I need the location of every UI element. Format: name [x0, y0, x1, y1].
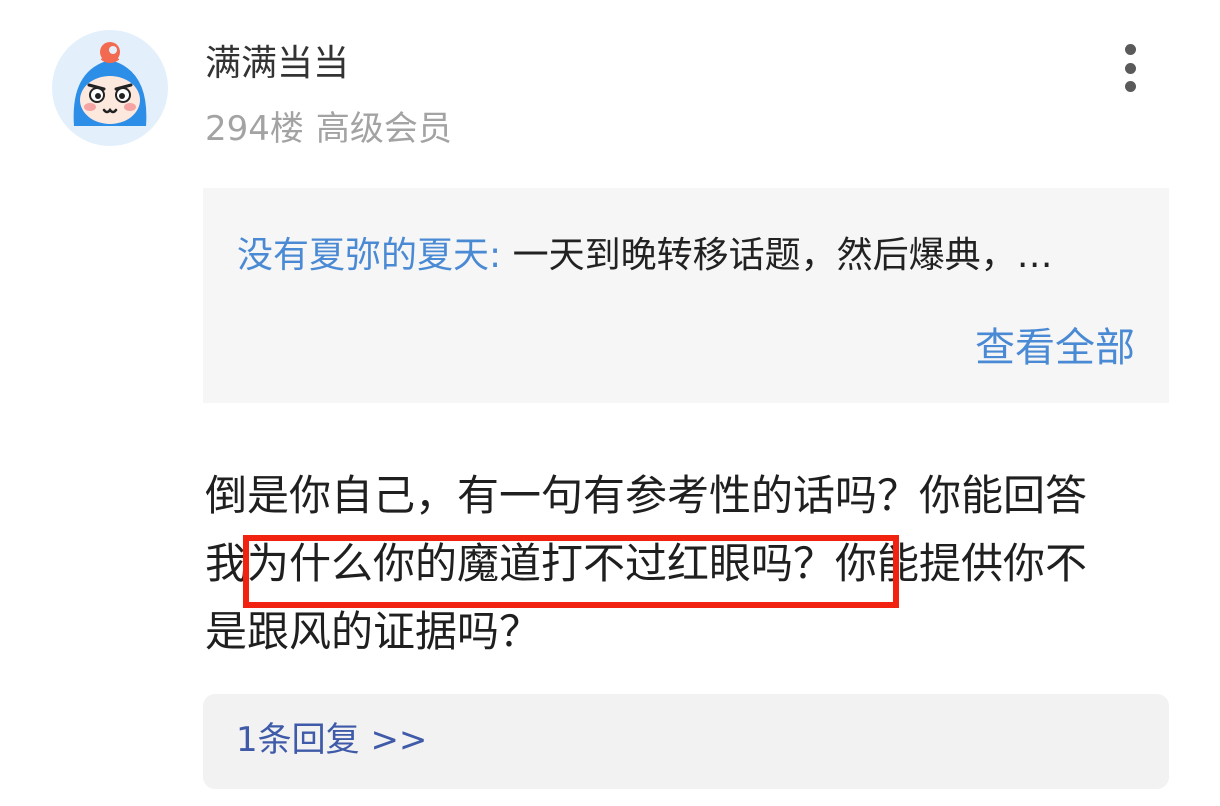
- cartoon-avatar-icon: [73, 42, 147, 126]
- quote-line: 没有夏弥的夏天: 一天到晚转移话题，然后爆典，…: [237, 232, 1137, 280]
- username[interactable]: 满满当当: [205, 40, 349, 88]
- view-all-link[interactable]: 查看全部: [975, 322, 1135, 374]
- post-meta: 294楼 高级会员: [205, 106, 452, 152]
- more-options-button[interactable]: [1108, 40, 1152, 96]
- comment-body: 倒是你自己，有一句有参考性的话吗？你能回答 我为什么你的魔道打不过红眼吗？你能提…: [205, 462, 1175, 666]
- avatar[interactable]: [52, 30, 168, 146]
- replies-panel[interactable]: 1条回复 >>: [203, 694, 1169, 789]
- comment-line: 倒是你自己，有一句有参考性的话吗？你能回答: [205, 471, 1088, 520]
- quote-text: 一天到晚转移话题，然后爆典，…: [512, 235, 1053, 276]
- view-replies-link[interactable]: 1条回复 >>: [236, 717, 427, 763]
- quoted-comment[interactable]: 没有夏弥的夏天: 一天到晚转移话题，然后爆典，… 查看全部: [203, 188, 1169, 403]
- comment-line: 是跟风的证据吗？: [205, 607, 542, 656]
- floor-number: 294楼: [205, 109, 304, 149]
- member-level-badge: 高级会员: [315, 109, 452, 149]
- comment-line: 我为什么你的魔道打不过红眼吗？你能提供你不: [205, 539, 1088, 588]
- quote-author[interactable]: 没有夏弥的夏天:: [237, 235, 501, 276]
- more-vertical-icon: [1124, 44, 1136, 55]
